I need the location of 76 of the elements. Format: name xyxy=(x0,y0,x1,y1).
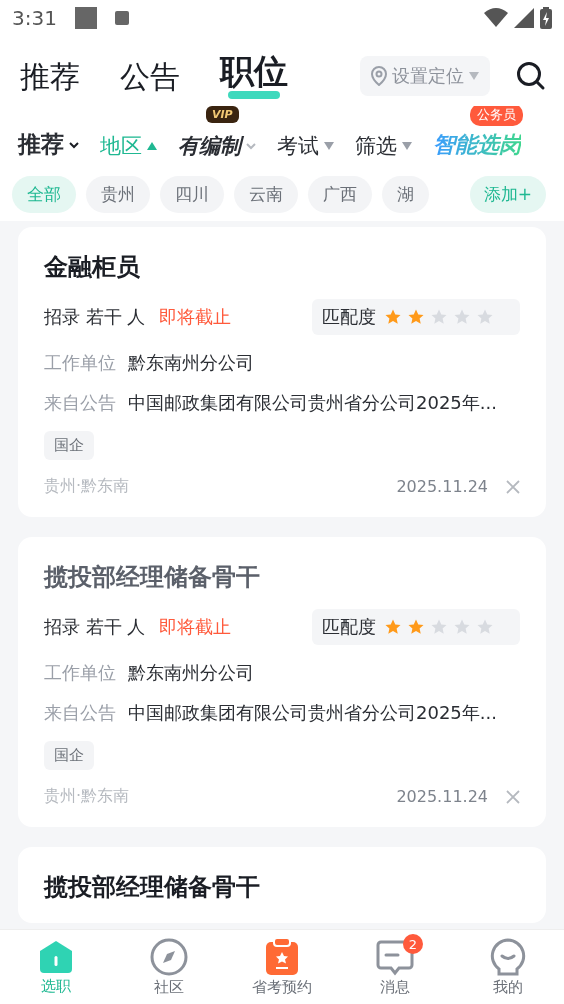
nav-tab[interactable]: 省考预约 xyxy=(225,930,339,1004)
triangle-up-icon xyxy=(146,141,158,151)
job-card[interactable]: 揽投部经理储备骨干 xyxy=(18,847,546,923)
filter-tab[interactable]: 有编制 xyxy=(178,132,257,168)
region-chip[interactable]: 湖 xyxy=(382,176,429,213)
date-text: 2025.11.24 xyxy=(396,787,488,806)
battery-icon xyxy=(540,7,552,29)
empty-star-icon xyxy=(476,618,494,636)
date-text: 2025.11.24 xyxy=(396,477,488,496)
empty-star-icon xyxy=(476,308,494,326)
triangle-down-icon xyxy=(468,71,480,81)
empty-star-icon xyxy=(453,618,471,636)
wifi-icon xyxy=(484,8,508,28)
job-card[interactable]: 揽投部经理储备骨干 招录 若干 人 即将截止 匹配度 工作单位 黔东南州分公司 来自公告 中国邮政集团有限公司贵州省分公司2025年... 国企 贵州·黔东南 2025.11.24 xyxy=(18,537,546,827)
job-title: 揽投部经理储备骨干 xyxy=(44,872,261,903)
job-tag: 国企 xyxy=(44,741,94,770)
filled-star-icon xyxy=(407,308,425,326)
location-selector[interactable]: 设置定位 xyxy=(360,56,490,96)
nav-tab[interactable]: 消息 2 xyxy=(338,930,452,1004)
nav-tab[interactable]: 社区 xyxy=(112,930,226,1004)
status-time: 3:31 xyxy=(12,6,57,30)
triangle-down-icon xyxy=(323,141,335,151)
announcement-link[interactable]: 中国邮政集团有限公司贵州省分公司2025年... xyxy=(128,701,497,725)
job-title: 金融柜员 xyxy=(44,252,141,283)
region-chip[interactable]: 云南 xyxy=(234,176,298,213)
category-badge: 公务员 xyxy=(470,106,523,126)
job-tag: 国企 xyxy=(44,431,94,460)
chevron-down-icon xyxy=(68,140,80,149)
location-text: 贵州·黔东南 xyxy=(44,786,130,807)
app-notification-icon xyxy=(114,11,129,25)
field-label: 来自公告 xyxy=(44,391,116,415)
region-chip[interactable]: 广西 xyxy=(308,176,372,213)
empty-star-icon xyxy=(453,308,471,326)
filter-tab[interactable]: 考试 xyxy=(277,132,335,168)
field-label: 工作单位 xyxy=(44,351,116,375)
top-tab[interactable]: 职位 xyxy=(220,53,288,99)
hiring-count: 招录 若干 人 xyxy=(44,615,146,639)
search-icon[interactable] xyxy=(516,61,546,91)
close-icon[interactable] xyxy=(506,789,520,804)
nav-tab[interactable]: 我的 xyxy=(451,930,564,1004)
signal-icon xyxy=(514,8,534,28)
job-title: 揽投部经理储备骨干 xyxy=(44,562,261,593)
empty-star-icon xyxy=(430,308,448,326)
deadline-label: 即将截止 xyxy=(159,615,232,639)
close-icon[interactable] xyxy=(506,479,520,494)
notification-icon xyxy=(74,7,97,29)
triangle-down-icon xyxy=(401,141,413,151)
location-pin-icon xyxy=(370,66,388,86)
match-label: 匹配度 xyxy=(322,305,376,329)
top-tab[interactable]: 公告 xyxy=(120,59,180,93)
unread-badge: 2 xyxy=(402,934,423,954)
empty-star-icon xyxy=(430,618,448,636)
filled-star-icon xyxy=(384,308,402,326)
filter-tab[interactable]: 筛选 xyxy=(355,132,413,168)
chevron-down-icon xyxy=(245,142,257,150)
announcement-link[interactable]: 中国邮政集团有限公司贵州省分公司2025年... xyxy=(128,391,497,415)
field-label: 来自公告 xyxy=(44,701,116,725)
clipboard-icon xyxy=(265,937,299,976)
filled-star-icon xyxy=(384,618,402,636)
region-chip[interactable]: 贵州 xyxy=(86,176,150,213)
job-card[interactable]: 金融柜员 招录 若干 人 即将截止 匹配度 工作单位 黔东南州分公司 来自公告 中国邮政集团有限公司贵州省分公司2025年... 国企 贵州·黔东南 2025.11.24 xyxy=(18,227,546,517)
profile-icon xyxy=(489,937,526,976)
top-tab[interactable]: 推荐 xyxy=(20,59,80,93)
filter-tab[interactable]: 推荐 xyxy=(18,129,80,168)
home-icon xyxy=(38,938,75,975)
field-label: 工作单位 xyxy=(44,661,116,685)
deadline-label: 即将截止 xyxy=(159,305,232,329)
region-chip[interactable]: 四川 xyxy=(160,176,224,213)
filled-star-icon xyxy=(407,618,425,636)
hiring-count: 招录 若干 人 xyxy=(44,305,146,329)
unit-name: 黔东南州分公司 xyxy=(128,351,254,375)
compass-icon xyxy=(150,937,189,976)
match-label: 匹配度 xyxy=(322,615,376,639)
vip-badge: VIP xyxy=(206,106,239,123)
location-text: 贵州·黔东南 xyxy=(44,476,130,497)
unit-name: 黔东南州分公司 xyxy=(128,661,254,685)
